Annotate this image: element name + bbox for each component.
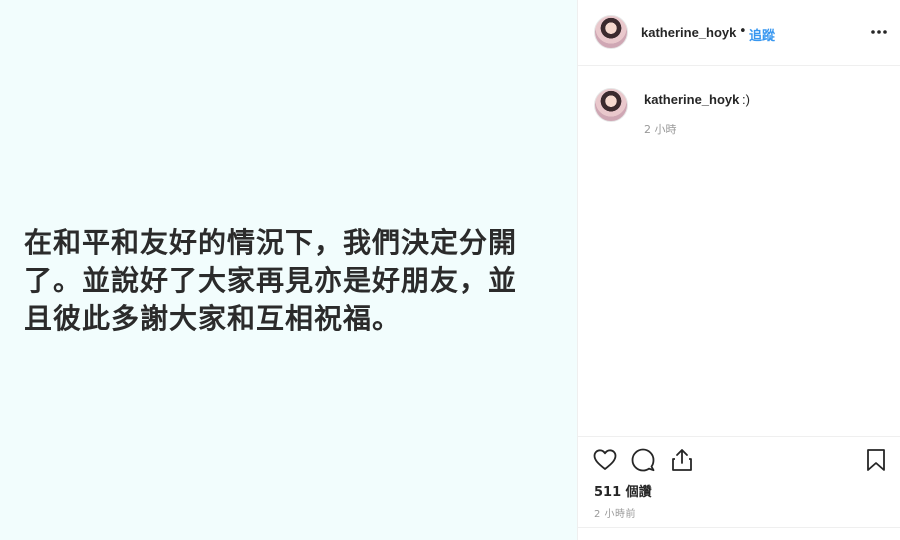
- bookmark-icon[interactable]: [863, 447, 889, 473]
- post-timestamp[interactable]: 2 小時前: [594, 505, 636, 520]
- post-image[interactable]: 在和平和友好的情況下，我們決定分開 了。並說好了大家再見亦是好朋友，並 且彼此多…: [0, 0, 577, 540]
- likes-count[interactable]: 511 個讚: [594, 481, 652, 500]
- comment-timestamp: 2 小時: [644, 123, 677, 136]
- image-text-line: 且彼此多謝大家和互相祝福。: [24, 302, 402, 335]
- follow-button[interactable]: 追蹤: [749, 25, 775, 44]
- post-header: katherine_hoyk • 追蹤: [578, 0, 900, 66]
- divider: [578, 527, 900, 528]
- comment-icon[interactable]: [630, 447, 656, 473]
- share-icon[interactable]: [669, 447, 695, 473]
- separator-dot: •: [739, 24, 747, 39]
- comment-avatar[interactable]: [594, 88, 628, 122]
- avatar[interactable]: [594, 15, 628, 49]
- image-text-line: 了。並說好了大家再見亦是好朋友，並: [24, 264, 518, 297]
- image-text-line: 在和平和友好的情況下，我們決定分開: [24, 226, 518, 259]
- heart-icon[interactable]: [592, 447, 618, 473]
- post-sidebar: katherine_hoyk • 追蹤 katherine_hoyk :) 2 …: [577, 0, 900, 540]
- comment-username[interactable]: katherine_hoyk: [644, 92, 739, 107]
- action-bar: 511 個讚 2 小時前: [578, 436, 900, 540]
- comment-text: :): [742, 92, 750, 107]
- instagram-post: 在和平和友好的情況下，我們決定分開 了。並說好了大家再見亦是好朋友，並 且彼此多…: [0, 0, 900, 540]
- post-image-text: 在和平和友好的情況下，我們決定分開 了。並說好了大家再見亦是好朋友，並 且彼此多…: [24, 224, 554, 338]
- header-username[interactable]: katherine_hoyk: [641, 25, 736, 40]
- more-options-icon[interactable]: [869, 22, 889, 42]
